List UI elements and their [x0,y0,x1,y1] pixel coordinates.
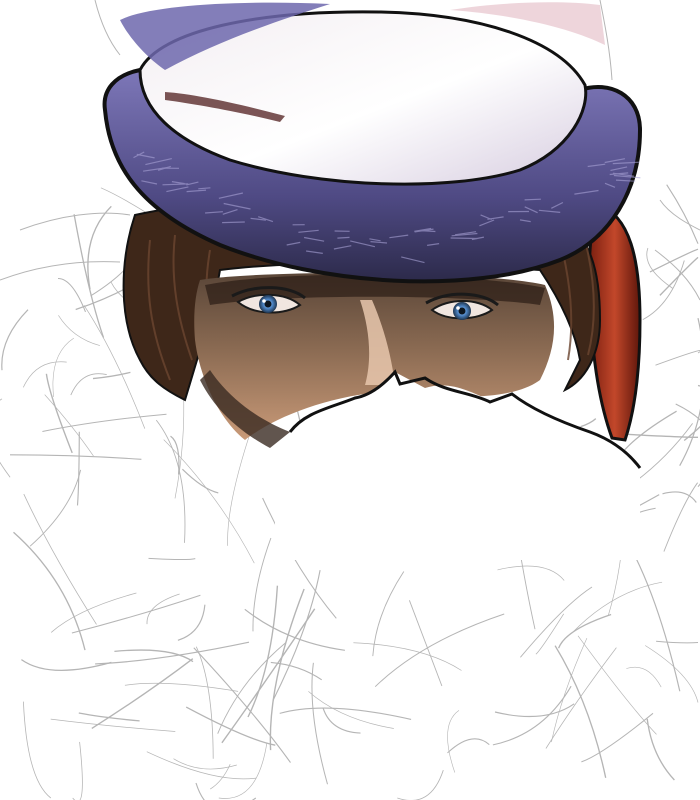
sketch-stroke [195,782,257,800]
sketch-stroke [649,248,699,273]
sketch-stroke [185,706,276,746]
sketch-stroke [227,426,253,546]
sketch-stroke [397,769,444,800]
sketch-stroke [654,249,700,301]
sketch-stroke [146,751,257,780]
sketch-stroke [554,645,607,778]
sketch-stroke [195,646,214,759]
sketch-stroke [21,659,112,671]
sketch-stroke [679,317,700,466]
sketch-stroke [656,640,699,644]
sketch-stroke [114,649,194,663]
sketch-stroke [124,682,239,692]
sketch-stroke [87,205,112,290]
sketch-stroke [635,557,681,692]
sketch-stroke [655,350,700,366]
sketch-stroke [146,593,180,625]
sketch-stroke [72,741,83,800]
sketch-stroke [0,398,11,478]
sketch-stroke [9,454,142,460]
sketch-stroke [662,491,697,503]
sketch-stroke [94,0,121,56]
sketch-stroke [581,712,654,763]
sketch-stroke [311,662,328,785]
sketch-stroke [221,608,316,744]
sketch-stroke [0,261,121,281]
painting-svg [0,0,700,800]
sketch-stroke [76,431,80,506]
sketch-stroke [372,571,405,657]
sketch-stroke [492,685,572,746]
sketch-stroke [50,718,176,732]
sketch-stroke [646,718,675,781]
sketch-stroke [374,613,505,688]
sketch-stroke [71,594,201,634]
sketch-stroke [353,642,462,671]
sketch-stroke [70,373,107,396]
sketch-stroke [218,742,268,799]
sketch-stroke [535,613,565,655]
sketch-stroke [155,419,186,543]
sketch-stroke [447,738,490,754]
sketch-stroke [173,758,237,770]
sketch-stroke [645,645,699,703]
sketch-stroke [58,315,100,346]
sketch-stroke [50,592,137,633]
texture-stroke [337,236,350,239]
texture-stroke [222,221,245,224]
sketch-stroke [659,199,700,231]
texture-stroke [524,198,541,201]
sketch-stroke [181,468,219,494]
sketch-stroke [675,403,700,488]
sketch-stroke [22,701,52,799]
sketch-stroke [626,666,662,688]
sketch-stroke [279,707,412,720]
sketch-stroke [148,557,196,561]
sketch-stroke [1,309,29,371]
sketch-stroke [322,707,361,734]
sketch-stroke [408,600,443,687]
sketch-stroke [177,604,206,641]
sketch-stroke [29,469,82,547]
sketch-stroke [163,439,255,564]
sketch-stroke [497,565,565,581]
sketch-stroke [44,394,94,457]
sketch-stroke [494,703,575,718]
sketch-stroke [45,373,73,454]
texture-stroke [450,237,478,240]
sketch-stroke [22,361,67,388]
sketch-stroke [447,710,460,773]
artwork-canvas [0,0,700,800]
sketch-stroke [666,184,699,244]
sketch-stroke [57,277,87,313]
sketch-stroke [52,337,74,398]
